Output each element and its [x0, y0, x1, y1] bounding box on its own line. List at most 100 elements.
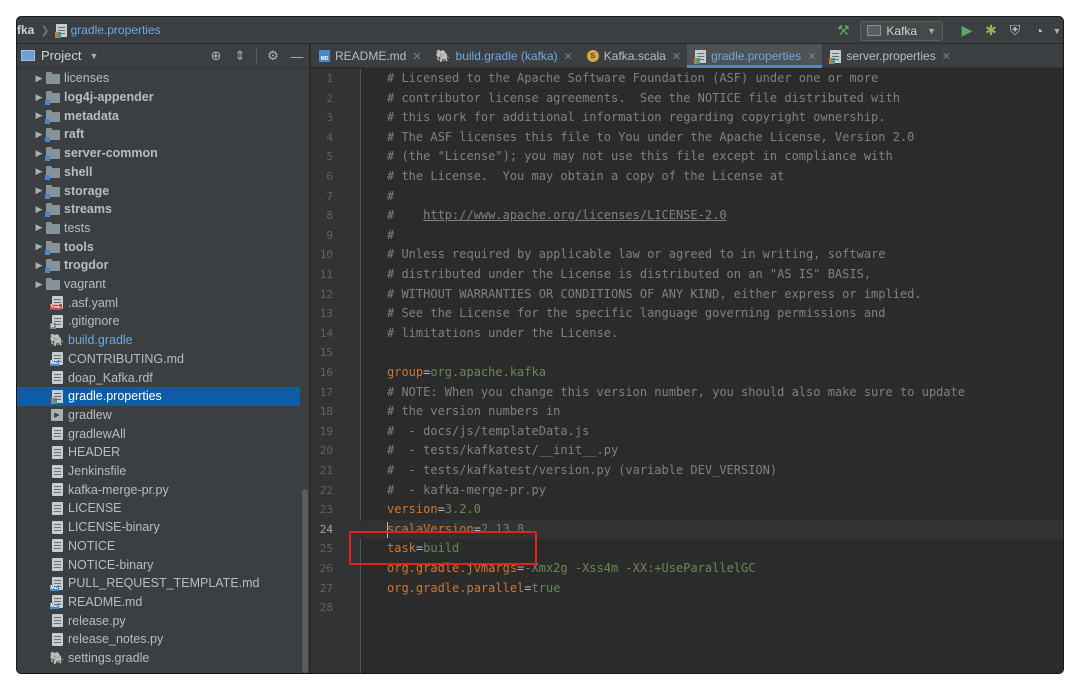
tree-item[interactable]: doap_Kafka.rdf [17, 368, 300, 387]
expand-arrow-icon[interactable]: ▶ [32, 185, 46, 196]
code-editor[interactable]: # Licensed to the Apache Software Founda… [362, 69, 1063, 673]
tree-item[interactable]: ▶ streams [17, 200, 300, 219]
code-line[interactable]: # - tests/kafkatest/version.py (variable… [387, 461, 777, 481]
tree-item[interactable]: MD CONTRIBUTING.md [17, 350, 300, 369]
tree-item[interactable]: LICENSE-binary [17, 518, 300, 537]
hide-minus-icon[interactable]: — [285, 44, 309, 68]
tree-item[interactable]: ▶ tests [17, 219, 300, 238]
code-line[interactable]: org.gradle.parallel=true [387, 579, 560, 599]
tree-item[interactable]: MD PULL_REQUEST_TEMPLATE.md [17, 574, 300, 593]
line-number: 5 [326, 150, 333, 164]
tree-item[interactable]: HEADER [17, 443, 300, 462]
close-icon[interactable]: ✕ [672, 50, 681, 63]
more-chevron-down-icon[interactable]: ▼ [1051, 20, 1063, 42]
run-configuration-select[interactable]: Kafka ▼ [860, 20, 943, 41]
expand-arrow-icon[interactable]: ▶ [32, 279, 46, 290]
editor-tab[interactable]: MD README.md ✕ [311, 44, 428, 68]
debug-bug-icon[interactable]: ✱ [979, 20, 1003, 42]
tree-item[interactable]: YML .asf.yaml [17, 293, 300, 312]
tree-item[interactable]: ⊘ .gitignore [17, 312, 300, 331]
code-line[interactable]: # [387, 187, 394, 207]
tree-item[interactable]: release_notes.py [17, 630, 300, 649]
expand-arrow-icon[interactable]: ▶ [32, 129, 46, 140]
expand-arrow-icon[interactable]: ▶ [32, 241, 46, 252]
tree-item[interactable]: ▶ storage [17, 181, 300, 200]
editor-tab[interactable]: S Kafka.scala ✕ [579, 44, 687, 68]
tree-item[interactable]: kafka-merge-pr.py [17, 480, 300, 499]
code-line[interactable]: # WITHOUT WARRANTIES OR CONDITIONS OF AN… [387, 285, 922, 305]
code-line[interactable]: # - docs/js/templateData.js [387, 422, 589, 442]
code-line[interactable]: # this work for additional information r… [387, 108, 886, 128]
code-line[interactable]: # limitations under the License. [387, 324, 618, 344]
expand-arrow-icon[interactable]: ▶ [32, 204, 46, 215]
tree-item[interactable]: ▶ licenses [17, 69, 300, 88]
tree-item[interactable]: NOTICE [17, 537, 300, 556]
expand-arrow-icon[interactable]: ▶ [32, 73, 46, 84]
license-url-link[interactable]: http://www.apache.org/licenses/LICENSE-2… [423, 208, 726, 222]
code-line[interactable]: # http://www.apache.org/licenses/LICENSE… [387, 206, 727, 226]
code-line[interactable]: # (the "License"); you may not use this … [387, 147, 893, 167]
tree-item[interactable]: 🐘 build.gradle [17, 331, 300, 350]
code-line[interactable]: # - kafka-merge-pr.py [387, 481, 546, 501]
code-line[interactable]: # contributor license agreements. See th… [387, 89, 900, 109]
code-line[interactable]: task=build [387, 539, 459, 559]
gear-icon[interactable]: ⚙ [261, 44, 285, 68]
expand-arrow-icon[interactable]: ▶ [32, 222, 46, 233]
project-tree[interactable]: ▶ licenses ▶ log4j-appender ▶ metadata ▶ raft ▶ s… [17, 69, 310, 673]
code-line[interactable]: org.gradle.jvmargs=-Xmx2g -Xss4m -XX:+Us… [387, 559, 755, 579]
breadcrumb-project[interactable]: fka [17, 17, 34, 44]
tree-item[interactable]: release.py [17, 611, 300, 630]
editor-tab[interactable]: 🐘 build.gradle (kafka) ✕ [428, 44, 579, 68]
code-line[interactable]: # the version numbers in [387, 402, 560, 422]
tree-item[interactable]: ▶ metadata [17, 106, 300, 125]
tree-item[interactable]: 🐘 settings.gradle [17, 649, 300, 668]
tree-item[interactable]: ▶ log4j-appender [17, 88, 300, 107]
tree-item[interactable]: gradlewAll [17, 424, 300, 443]
tree-item[interactable]: LICENSE [17, 499, 300, 518]
expand-arrow-icon[interactable]: ▶ [32, 148, 46, 159]
code-line[interactable]: # Unless required by applicable law or a… [387, 245, 886, 265]
code-line[interactable]: # NOTE: When you change this version num… [387, 383, 965, 403]
code-line[interactable]: scalaVersion=2.13.8 [387, 520, 524, 540]
code-line[interactable]: group=org.apache.kafka [387, 363, 546, 383]
close-icon[interactable]: ✕ [564, 50, 573, 63]
code-line[interactable]: # - tests/kafkatest/__init__.py [387, 441, 618, 461]
collapse-all-icon[interactable]: ⇕ [228, 44, 252, 68]
editor-tab[interactable]: gradle.properties ✕ [687, 44, 823, 68]
code-line[interactable]: # the License. You may obtain a copy of … [387, 167, 784, 187]
tree-item[interactable]: NOTICE-binary [17, 555, 300, 574]
code-line[interactable]: # See the License for the specific langu… [387, 304, 886, 324]
expand-arrow-icon[interactable]: ▶ [32, 92, 46, 103]
code-line[interactable]: # [387, 226, 394, 246]
locate-crosshair-icon[interactable]: ⊕ [204, 44, 228, 68]
project-view-selector[interactable]: Project ▼ [21, 48, 98, 63]
editor-tab[interactable]: server.properties ✕ [822, 44, 957, 68]
run-icon[interactable]: ▶ [955, 20, 979, 42]
tree-item[interactable]: ▶ shell [17, 163, 300, 182]
breadcrumb-file[interactable]: gradle.properties [54, 17, 161, 44]
tree-item[interactable]: gradle.properties [17, 386, 300, 406]
profile-clock-icon[interactable]: ◔ [1027, 20, 1051, 42]
tree-item[interactable]: ▶ trogdor [17, 256, 300, 275]
tree-item[interactable]: ▶ tools [17, 237, 300, 256]
tree-item[interactable]: Jenkinsfile [17, 462, 300, 481]
code-line[interactable]: # Licensed to the Apache Software Founda… [387, 69, 878, 89]
code-line[interactable]: # distributed under the License is distr… [387, 265, 871, 285]
tree-item[interactable]: ▶ vagrant [17, 275, 300, 294]
build-hammer-icon[interactable]: ⚒ [832, 21, 854, 41]
close-icon[interactable]: ✕ [412, 50, 421, 63]
coverage-shield-icon[interactable]: ⛨ [1003, 20, 1027, 42]
tree-item[interactable]: ▶ gradlew [17, 406, 300, 425]
scrollbar-thumb[interactable] [302, 489, 308, 673]
close-icon[interactable]: ✕ [942, 50, 951, 63]
tree-item[interactable]: ▶ raft [17, 125, 300, 144]
expand-arrow-icon[interactable]: ▶ [32, 110, 46, 121]
tree-item[interactable]: ▶ server-common [17, 144, 300, 163]
code-line[interactable]: # The ASF licenses this file to You unde… [387, 128, 914, 148]
expand-arrow-icon[interactable]: ▶ [32, 166, 46, 177]
expand-arrow-icon[interactable]: ▶ [32, 260, 46, 271]
project-tree-scrollbar[interactable] [301, 69, 309, 673]
tree-item[interactable]: MD README.md [17, 593, 300, 612]
close-icon[interactable]: ✕ [807, 50, 816, 63]
code-line[interactable]: version=3.2.0 [387, 500, 481, 520]
